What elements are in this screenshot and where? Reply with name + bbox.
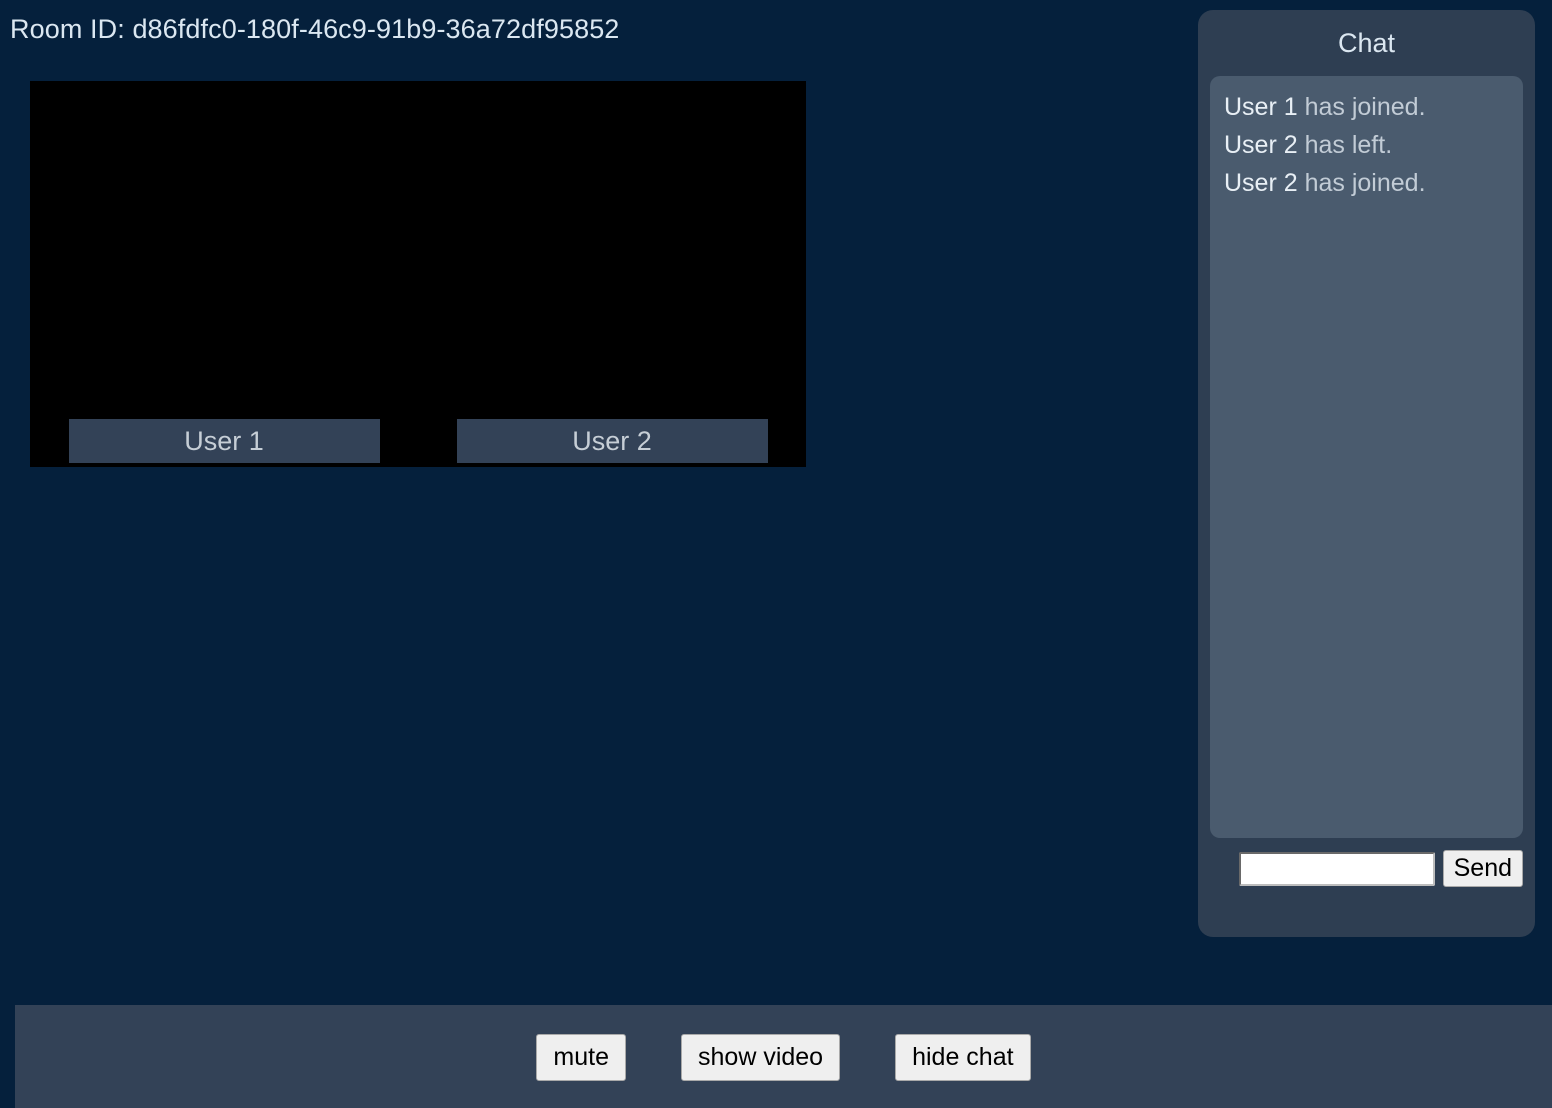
video-tile-user-2[interactable]: User 2 [418, 419, 806, 463]
chat-message-list[interactable]: User 1 has joined. User 2 has left. User… [1210, 76, 1523, 838]
hide-chat-button[interactable]: hide chat [895, 1034, 1031, 1081]
chat-panel-title: Chat [1337, 28, 1396, 58]
video-tile-list: User 1 User 2 [30, 419, 806, 463]
chat-input-row: Send [1210, 850, 1523, 887]
chat-panel: Chat User 1 has joined. User 2 has left.… [1198, 10, 1535, 937]
video-nameplate-user-2: User 2 [456, 419, 768, 463]
room-id-header: Room ID: d86fdfc0-180f-46c9-91b9-36a72df… [10, 12, 619, 46]
chat-message-text: has left. [1297, 131, 1393, 159]
chat-message-text: has joined. [1297, 169, 1426, 197]
chat-message-text: has joined. [1297, 93, 1426, 121]
video-nameplate-label: User 2 [572, 426, 652, 456]
chat-message-input[interactable] [1238, 851, 1435, 886]
chat-message-author: User 2 [1224, 131, 1298, 159]
show-video-button[interactable]: show video [681, 1034, 841, 1081]
chat-message: User 2 has left. [1224, 126, 1509, 164]
video-stage: User 1 User 2 [30, 81, 806, 467]
chat-message: User 1 has joined. [1224, 88, 1509, 126]
room-id-label: Room ID: [10, 14, 133, 44]
video-nameplate-user-1: User 1 [68, 419, 380, 463]
mute-button[interactable]: mute [536, 1034, 627, 1081]
chat-message: User 2 has joined. [1224, 164, 1509, 202]
video-tile-user-1[interactable]: User 1 [30, 419, 418, 463]
chat-send-button[interactable]: Send [1442, 850, 1523, 887]
chat-message-author: User 1 [1224, 93, 1298, 121]
room-id-value: d86fdfc0-180f-46c9-91b9-36a72df95852 [132, 14, 620, 44]
control-bar: mute show video hide chat [15, 1005, 1552, 1108]
video-nameplate-label: User 1 [184, 426, 264, 456]
chat-message-author: User 2 [1224, 169, 1298, 197]
